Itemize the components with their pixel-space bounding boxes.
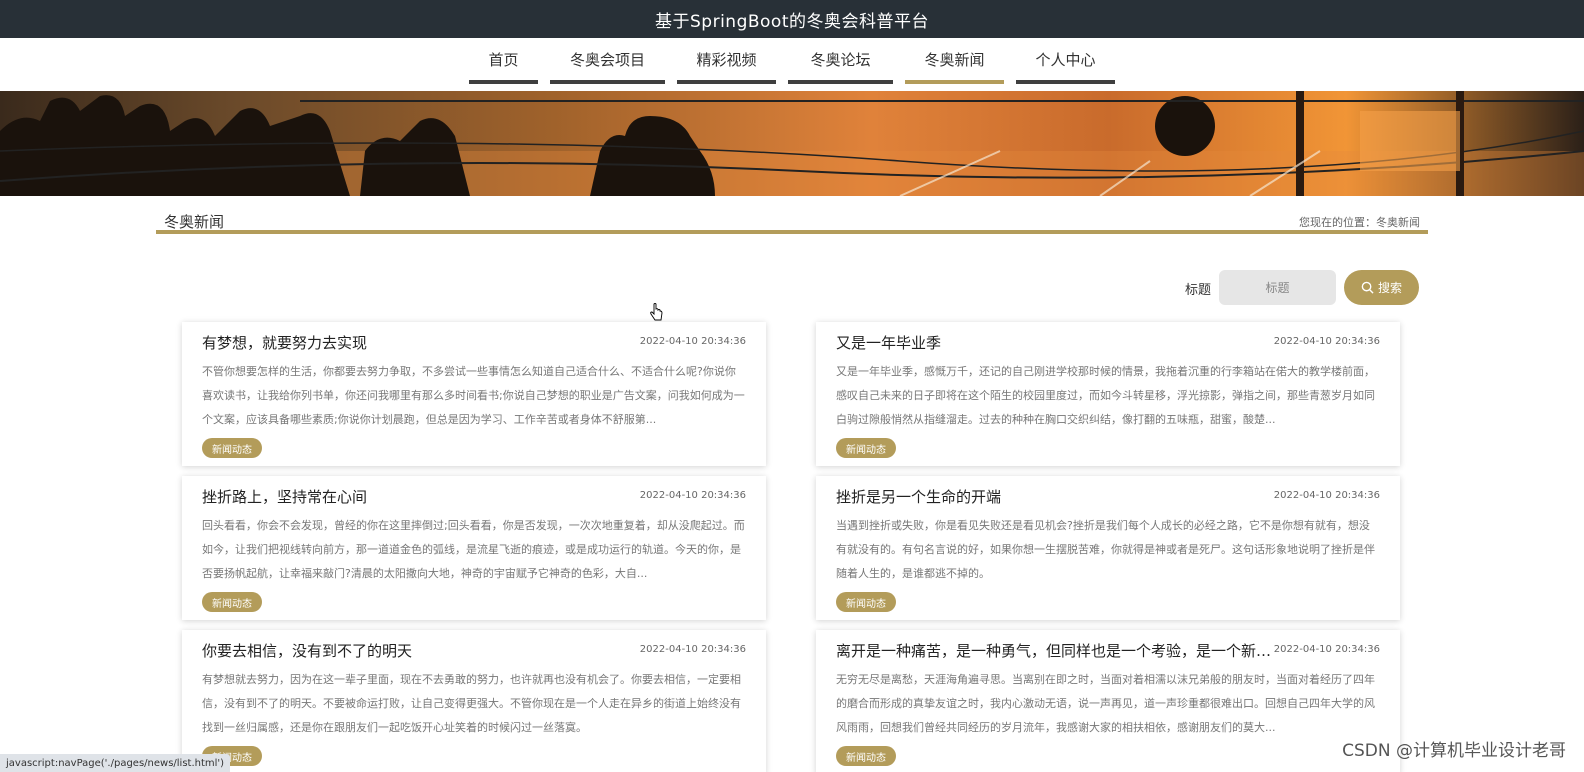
news-date: 2022-04-10 20:34:36 (1273, 336, 1380, 347)
hero-banner (0, 91, 1584, 196)
search-button-label: 搜索 (1377, 281, 1402, 295)
news-date: 2022-04-10 20:34:36 (1273, 490, 1380, 501)
news-date: 2022-04-10 20:34:36 (1273, 644, 1380, 655)
nav-item-home[interactable]: 首页 (469, 38, 538, 84)
news-card[interactable]: 你要去相信，没有到不了的明天 2022-04-10 20:34:36 有梦想就去… (182, 630, 766, 772)
nav-item-videos[interactable]: 精彩视频 (677, 38, 776, 84)
news-tag: 新闻动态 (202, 438, 262, 458)
search-icon (1361, 281, 1374, 294)
banner-image (0, 91, 1584, 196)
nav-item-profile[interactable]: 个人中心 (1016, 38, 1115, 84)
news-title[interactable]: 离开是一种痛苦，是一种勇气，但同样也是一个考验，是一个新的... (836, 640, 1276, 661)
news-excerpt: 有梦想就去努力，因为在这一辈子里面，现在不去勇敢的努力，也许就再也没有机会了。你… (202, 673, 741, 734)
search-input[interactable] (1219, 270, 1336, 305)
nav-item-forum[interactable]: 冬奥论坛 (788, 38, 893, 84)
news-tag: 新闻动态 (202, 592, 262, 612)
news-tag: 新闻动态 (836, 592, 896, 612)
news-title[interactable]: 挫折是另一个生命的开端 (836, 486, 1276, 507)
news-title[interactable]: 挫折路上，坚持常在心间 (202, 486, 642, 507)
news-excerpt: 又是一年毕业季，感慨万千，还记的自己刚进学校那时候的情景，我拖着沉重的行李箱站在… (836, 365, 1375, 426)
news-excerpt: 无穷无尽是离愁，天涯海角遍寻思。当离别在即之时，当面对着相濡以沫兄弟般的朋友时，… (836, 673, 1375, 734)
main-nav: 首页 冬奥会项目 精彩视频 冬奥论坛 冬奥新闻 个人中心 (0, 38, 1584, 91)
news-card[interactable]: 离开是一种痛苦，是一种勇气，但同样也是一个考验，是一个新的... 2022-04… (816, 630, 1400, 772)
news-excerpt: 当遇到挫折或失败，你是看见失败还是看见机会?挫折是我们每个人成长的必经之路，它不… (836, 519, 1375, 580)
news-date: 2022-04-10 20:34:36 (639, 644, 746, 655)
news-date: 2022-04-10 20:34:36 (639, 336, 746, 347)
news-card[interactable]: 挫折是另一个生命的开端 2022-04-10 20:34:36 当遇到挫折或失败… (816, 476, 1400, 620)
browser-status-url: javascript:navPage('./pages/news/list.ht… (0, 754, 231, 772)
section-header: 冬奥新闻 您现在的位置：冬奥新闻 (156, 208, 1428, 234)
site-title-bar: 基于SpringBoot的冬奥会科普平台 (0, 0, 1584, 38)
news-excerpt: 不管你想要怎样的生活，你都要去努力争取，不多尝试一些事情怎么知道自己适合什么、不… (202, 365, 745, 426)
search-button[interactable]: 搜索 (1344, 270, 1419, 305)
section-title: 冬奥新闻 (164, 213, 225, 231)
hand-cursor-icon (650, 303, 663, 321)
news-date: 2022-04-10 20:34:36 (639, 490, 746, 501)
news-card[interactable]: 又是一年毕业季 2022-04-10 20:34:36 又是一年毕业季，感慨万千… (816, 322, 1400, 466)
news-tag: 新闻动态 (836, 746, 896, 766)
nav-item-olympic-events[interactable]: 冬奥会项目 (550, 38, 665, 84)
news-card[interactable]: 有梦想，就要努力去实现 2022-04-10 20:34:36 不管你想要怎样的… (182, 322, 766, 466)
nav-item-news[interactable]: 冬奥新闻 (905, 38, 1004, 84)
news-tag: 新闻动态 (836, 438, 896, 458)
site-title: 基于SpringBoot的冬奥会科普平台 (655, 11, 929, 32)
news-card[interactable]: 挫折路上，坚持常在心间 2022-04-10 20:34:36 回头看看，你会不… (182, 476, 766, 620)
breadcrumb: 您现在的位置：冬奥新闻 (1299, 216, 1420, 229)
news-title[interactable]: 有梦想，就要努力去实现 (202, 332, 642, 353)
news-title[interactable]: 你要去相信，没有到不了的明天 (202, 640, 642, 661)
news-title[interactable]: 又是一年毕业季 (836, 332, 1276, 353)
watermark: CSDN @计算机毕业设计老哥 (1342, 741, 1566, 761)
search-label: 标题 (1185, 283, 1212, 298)
news-excerpt: 回头看看，你会不会发现，曾经的你在这里摔倒过;回头看看，你是否发现，一次次地重复… (202, 519, 745, 580)
